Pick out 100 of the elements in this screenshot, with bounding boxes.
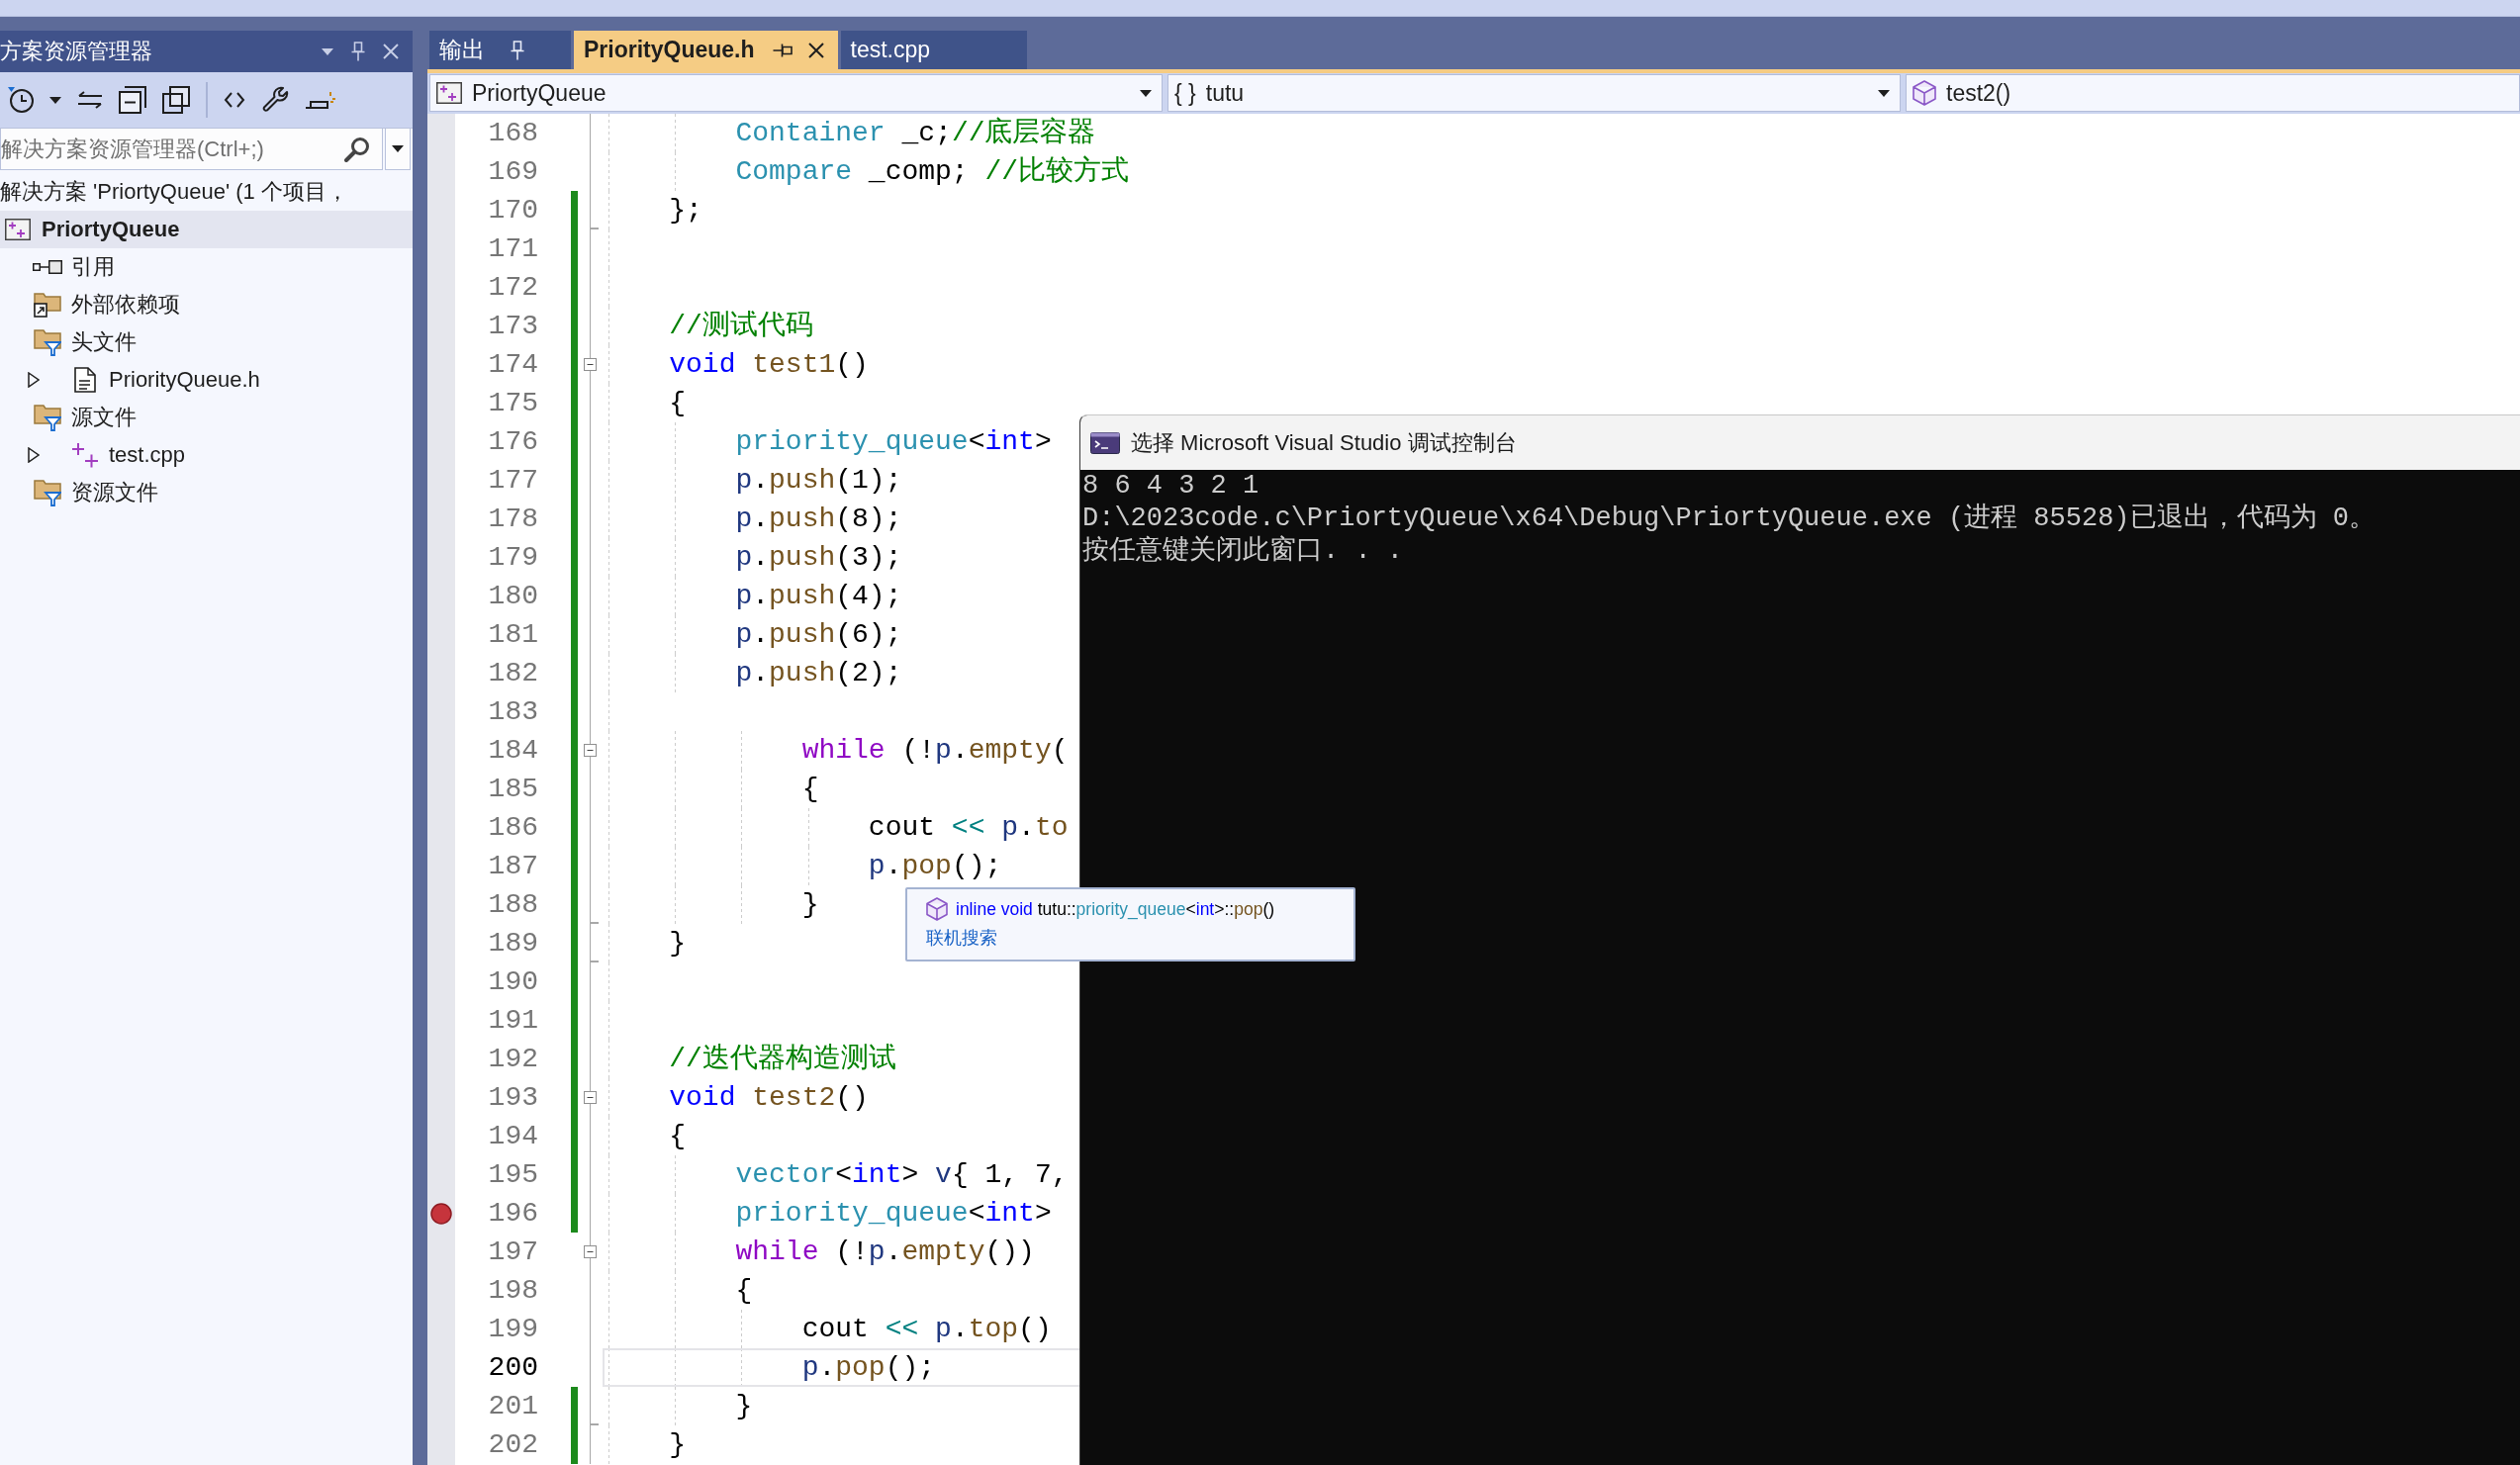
console-title: 选择 Microsoft Visual Studio 调试控制台 <box>1131 428 1517 457</box>
caret-right-icon[interactable] <box>28 372 40 388</box>
document-icon <box>74 367 96 393</box>
console-output-line: 按任意键关闭此窗口. . . <box>1082 535 1403 568</box>
tab[interactable]: 输出 <box>429 31 571 69</box>
code-line: Container _c;//底层容器 <box>735 116 1096 150</box>
code-line: priority_queue<int> <box>735 1197 1052 1231</box>
dropdown[interactable]: PriortyQueue <box>429 74 1163 112</box>
line-number: 174 <box>487 348 539 382</box>
tree-item[interactable]: test.cpp <box>0 436 413 474</box>
line-number: 185 <box>487 773 539 806</box>
code-line: //迭代器构造测试 <box>669 1043 896 1076</box>
pin-icon[interactable] <box>772 43 793 57</box>
search-online-link[interactable]: 联机搜索 <box>926 926 997 950</box>
signature-text: inline void tutu::priority_queue<int>::pop() <box>956 898 1275 920</box>
tree-item[interactable]: PriortyQueue <box>0 211 413 248</box>
code-line: { <box>801 773 819 806</box>
line-number: 195 <box>487 1158 539 1192</box>
code-line: void test1() <box>669 348 869 382</box>
tree-item[interactable]: 外部依赖项 <box>0 286 413 323</box>
plus-signs-icon <box>71 442 99 468</box>
code-line: { <box>669 1120 687 1153</box>
console-output-line: 8 6 4 3 2 1 <box>1082 470 1260 503</box>
tab[interactable]: PriorityQueue.h <box>574 31 838 69</box>
line-number: 180 <box>487 580 539 613</box>
code-line: void test2() <box>669 1081 869 1115</box>
cube-icon <box>926 897 948 921</box>
line-number: 186 <box>487 811 539 845</box>
braces-glyph: { } <box>1174 79 1196 107</box>
minus-box-icon[interactable] <box>584 1245 597 1258</box>
line-number: 178 <box>487 503 539 536</box>
tab[interactable]: test.cpp <box>840 31 1027 69</box>
folder-funnel-icon <box>34 479 61 506</box>
line-number: 169 <box>487 155 539 189</box>
code-line: Compare _comp; //比较方式 <box>735 154 1130 189</box>
minus-box-icon[interactable] <box>584 358 597 371</box>
search-field[interactable]: 解决方案资源管理器(Ctrl+;) <box>0 129 383 170</box>
line-number: 184 <box>487 734 539 768</box>
close-icon[interactable] <box>807 42 824 58</box>
caret-down-icon[interactable] <box>49 96 61 104</box>
line-number: 196 <box>487 1197 539 1231</box>
breakpoint-icon[interactable] <box>430 1202 452 1225</box>
line-number: 191 <box>487 1004 539 1038</box>
caret-down-icon <box>392 145 404 152</box>
minus-square-icon[interactable] <box>119 86 146 114</box>
line-number: 202 <box>487 1428 539 1462</box>
line-number: 183 <box>487 695 539 729</box>
code-line: p.push(4); <box>735 580 902 613</box>
caret-down-icon[interactable] <box>322 47 333 55</box>
folder-funnel-icon <box>34 328 61 356</box>
minus-box-icon[interactable] <box>584 1091 597 1104</box>
code-line: } <box>669 927 687 961</box>
plus-box-icon <box>436 82 462 104</box>
folder-arrow-icon <box>34 292 61 318</box>
code-line: priority_queue<int> <box>735 425 1052 459</box>
line-number: 194 <box>487 1120 539 1153</box>
line-number: 193 <box>487 1081 539 1115</box>
angle-brackets-icon[interactable] <box>224 92 245 108</box>
code-line: //测试代码 <box>669 310 813 343</box>
code-line: }; <box>669 194 702 228</box>
code-line: } <box>801 888 819 922</box>
dropdown-button[interactable] <box>385 129 411 170</box>
clock-icon[interactable] <box>8 87 34 113</box>
code-line: p.push(3); <box>735 541 902 575</box>
line-number: 189 <box>487 927 539 961</box>
line-number: 171 <box>487 232 539 266</box>
line-number: 200 <box>487 1351 539 1385</box>
tree-item[interactable]: 头文件 <box>0 323 413 361</box>
plus-box-icon <box>5 219 31 240</box>
solution-label[interactable]: 解决方案 'PriortyQueue' (1 个项目， <box>0 177 348 207</box>
code-line: } <box>735 1390 753 1423</box>
line-number: 173 <box>487 310 539 343</box>
code-line: p.pop(); <box>868 850 1002 883</box>
code-line: cout << p.top() <box>801 1313 1052 1346</box>
overlapping-squares-icon[interactable] <box>162 86 190 114</box>
terminal-icon <box>1090 431 1120 454</box>
caret-right-icon[interactable] <box>28 447 40 463</box>
line-number: 187 <box>487 850 539 883</box>
code-line: p.push(6); <box>735 618 902 652</box>
code-line: { <box>735 1274 753 1308</box>
code-line: { <box>669 387 687 420</box>
dropdown[interactable]: { } tutu <box>1167 74 1901 112</box>
swap-arrows-icon[interactable] <box>77 91 103 109</box>
tray-sparkle-icon[interactable] <box>305 91 336 109</box>
code-line: while (!p.empty()) <box>735 1236 1035 1269</box>
code-line: cout << p.to <box>868 811 1069 845</box>
search-icon[interactable] <box>344 136 370 162</box>
code-line: p.push(2); <box>735 657 902 690</box>
line-number: 182 <box>487 657 539 690</box>
panel-title: 方案资源管理器 <box>0 38 153 65</box>
connected-boxes-icon <box>33 260 62 274</box>
dropdown[interactable]: test2() <box>1906 74 2520 112</box>
wrench-icon[interactable] <box>261 86 289 114</box>
tree-item[interactable]: 引用 <box>0 248 413 286</box>
tree-item[interactable]: 源文件 <box>0 399 413 436</box>
code-line: while (!p.empty( <box>801 734 1069 768</box>
tree-item[interactable]: PriorityQueue.h <box>0 361 413 399</box>
tree-item[interactable]: 资源文件 <box>0 474 413 511</box>
minus-box-icon[interactable] <box>584 744 597 757</box>
line-number: 176 <box>487 425 539 459</box>
